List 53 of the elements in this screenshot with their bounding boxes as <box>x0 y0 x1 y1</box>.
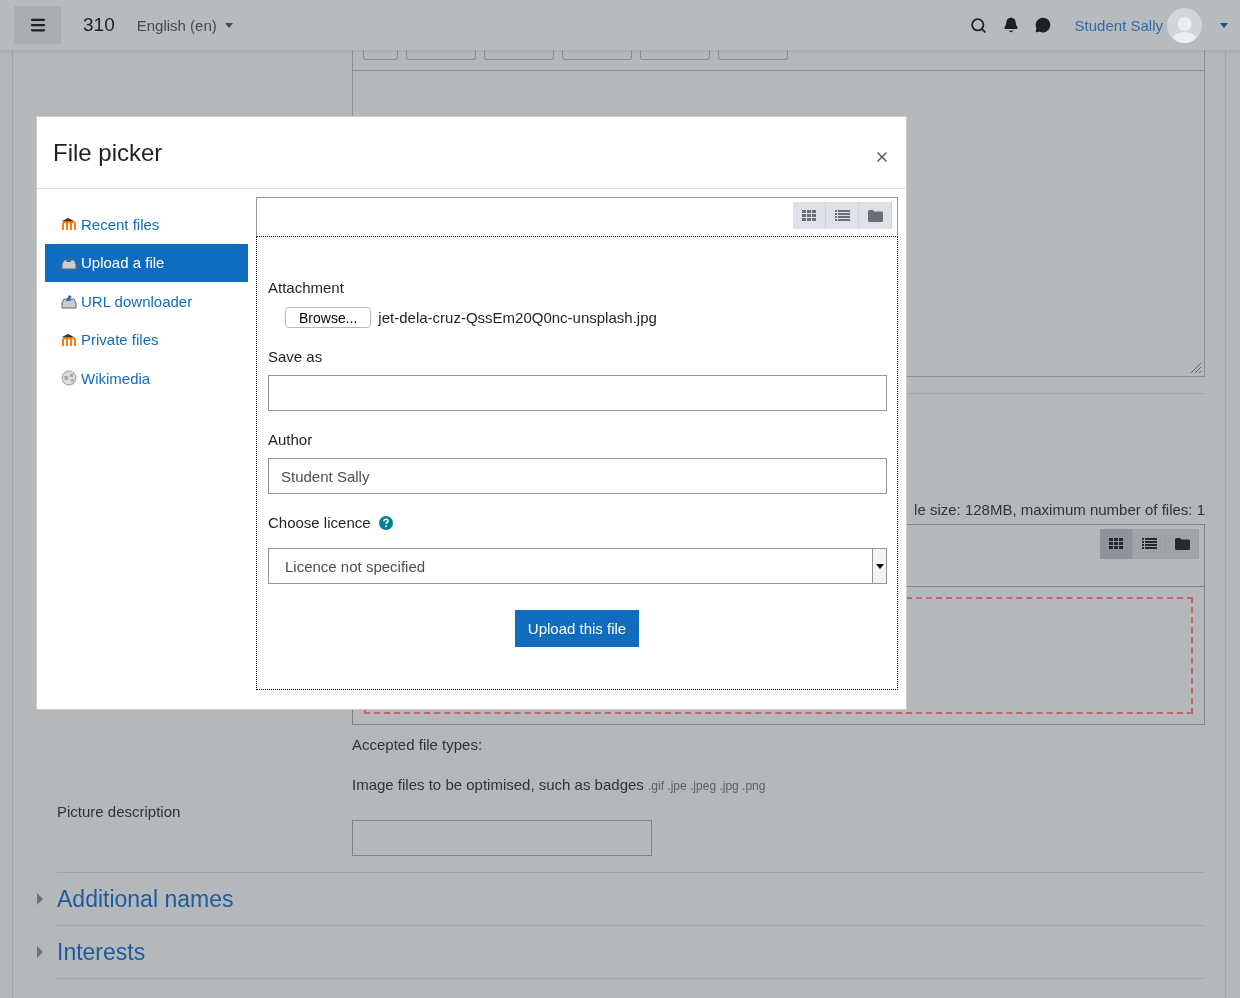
browse-button[interactable]: Browse... <box>285 307 372 328</box>
menu-icon <box>28 16 47 34</box>
section-title[interactable]: Interests <box>57 938 146 966</box>
licence-dropdown[interactable]: Licence not specified <box>268 548 887 584</box>
folder-icon <box>1174 538 1190 550</box>
menu-button[interactable] <box>14 6 61 44</box>
field-label: Author <box>268 431 314 448</box>
repository-link[interactable]: Recent files <box>45 205 248 244</box>
input-field[interactable]: Student Sally <box>268 458 887 494</box>
field-label: Attachment <box>268 279 345 296</box>
graduation-cap-icon <box>61 218 77 231</box>
file-name: jet-dela-cruz-QssEm20Q0nc-unsplash.jpg <box>378 309 657 326</box>
grid-icon <box>1108 538 1124 550</box>
view-toggle-button[interactable] <box>1100 529 1133 559</box>
field-label: Picture description <box>56 802 182 822</box>
upload-button[interactable]: Upload this file <box>514 610 640 647</box>
search-icon[interactable] <box>969 16 987 34</box>
repository-link[interactable]: Private files <box>45 320 248 359</box>
folder-icon <box>867 209 883 222</box>
view-toggle-button[interactable] <box>859 202 892 229</box>
grid-icon <box>801 209 817 222</box>
repository-link[interactable]: URL downloader <box>45 282 248 321</box>
accepted-types-text: Image files to be optimised, such as badges .gif .jpe .jpeg .jpg .png <box>352 776 767 793</box>
field-label: Choose licence <box>268 514 371 531</box>
file-limits-text: le size: 128MB, maximum number of files: 1 <box>913 501 1205 518</box>
tray-arrow-icon <box>61 255 77 271</box>
list-icon <box>834 209 850 222</box>
resize-grip-icon[interactable] <box>1190 362 1202 374</box>
view-toggle-button[interactable] <box>793 202 826 229</box>
dialog-title: File picker <box>53 138 163 167</box>
chat-bubble-icon[interactable] <box>1034 17 1051 33</box>
repository-link[interactable]: Wikimedia <box>45 359 248 398</box>
help-icon[interactable] <box>378 515 393 530</box>
view-toggle-button[interactable] <box>1166 529 1199 559</box>
input-field[interactable] <box>268 375 887 411</box>
view-toggle-button[interactable] <box>1133 529 1166 559</box>
expand-triangle-icon[interactable] <box>37 893 43 905</box>
caret-icon[interactable] <box>1220 22 1228 28</box>
field-label: Save as <box>268 348 324 365</box>
input-field[interactable] <box>352 820 652 856</box>
language-menu[interactable]: English (en) <box>136 16 233 34</box>
view-toggle-button[interactable] <box>826 202 859 229</box>
accepted-types-label: Accepted file types: <box>352 736 484 753</box>
bell-icon[interactable] <box>1002 17 1019 33</box>
list-icon <box>1141 538 1157 550</box>
tray-arrow-icon <box>61 293 77 309</box>
graduation-cap-icon <box>61 333 77 346</box>
section-title[interactable]: Additional names <box>57 885 234 913</box>
repository-link[interactable]: Upload a file <box>45 243 248 282</box>
globe-icon <box>61 370 77 387</box>
expand-triangle-icon[interactable] <box>37 946 43 958</box>
user-name[interactable]: Student Sally <box>1074 16 1163 34</box>
site-name[interactable]: 310 <box>83 14 115 36</box>
